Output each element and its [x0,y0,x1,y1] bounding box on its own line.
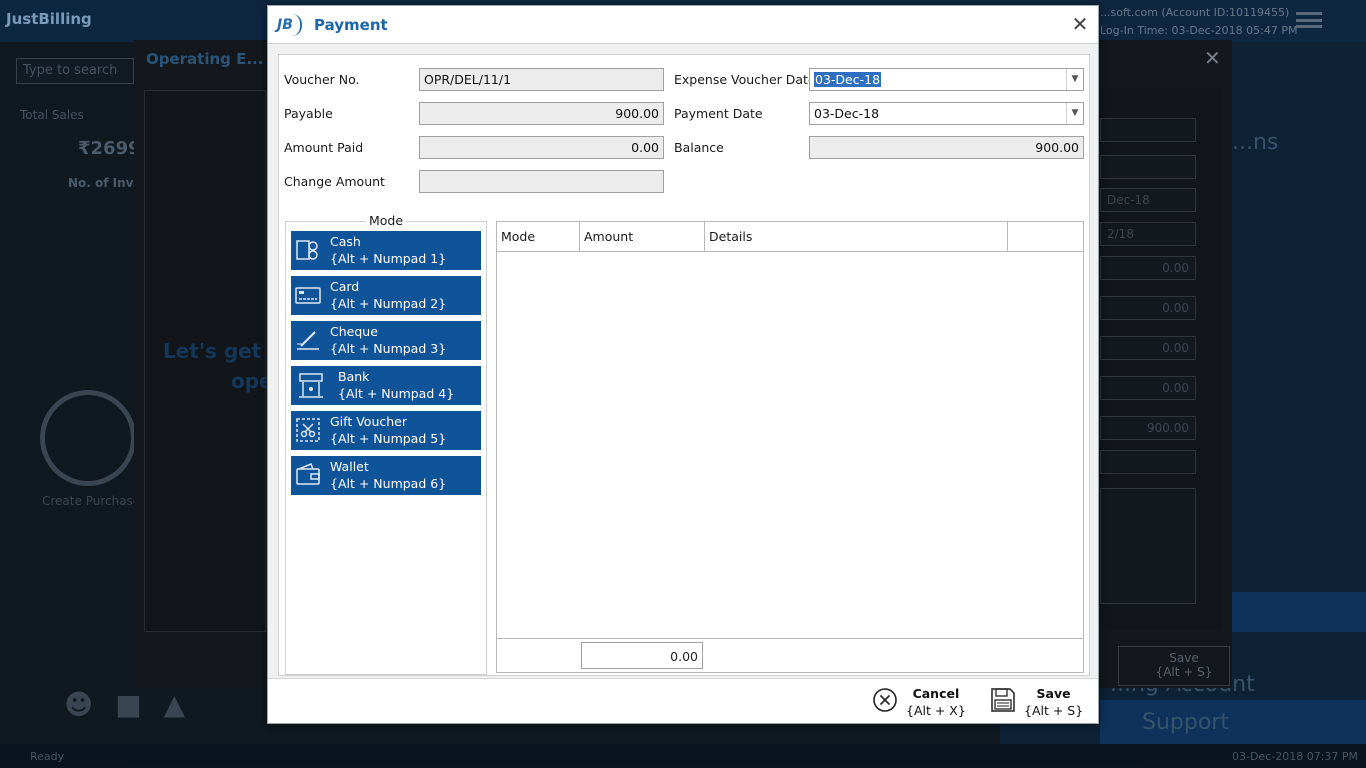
balance-field[interactable]: 900.00 [809,136,1084,159]
chevron-down-icon[interactable]: ▼ [1066,69,1083,90]
cancel-circle-icon [872,687,898,713]
cancel-label: Cancel [912,686,960,701]
expense-voucher-date-picker[interactable]: 03-Dec-18 ▼ [809,68,1084,91]
column-header-mode[interactable]: Mode [497,222,580,252]
column-header-details[interactable]: Details [705,222,1008,252]
change-amount-field[interactable] [419,170,664,193]
wallet-button[interactable]: Wallet {Alt + Numpad 6} [291,456,481,495]
amount-paid-label: Amount Paid [284,140,364,155]
total-amount-field: 0.00 [581,642,703,669]
gift-voucher-button[interactable]: Gift Voucher {Alt + Numpad 5} [291,411,481,450]
cancel-shortcut: {Alt + X} [906,703,966,718]
cancel-button[interactable]: Cancel {Alt + X} [872,685,966,719]
voucher-no-field[interactable]: OPR/DEL/11/1 [419,68,664,91]
save-shortcut: {Alt + S} [1024,703,1084,718]
payments-grid[interactable]: Mode Amount Details 0.00 [496,221,1084,673]
payment-date-picker[interactable]: 03-Dec-18 ▼ [809,102,1084,125]
cheque-button[interactable]: Cheque {Alt + Numpad 3} [291,321,481,360]
dialog-body: Voucher No. OPR/DEL/11/1 Payable 900.00 … [268,44,1098,678]
mode-legend: Mode [366,213,407,228]
expense-voucher-date-value[interactable]: 03-Dec-18 [814,72,882,87]
bank-label: Bank [338,369,370,384]
gift-voucher-shortcut: {Alt + Numpad 5} [330,431,447,446]
wallet-label: Wallet [330,459,369,474]
balance-label: Balance [674,140,724,155]
payment-dialog: JB Payment ✕ Voucher No. OPR/DEL/11/1 Pa… [267,5,1099,724]
expense-voucher-date-label: Expense Voucher Date [674,72,816,87]
bank-button[interactable]: Bank {Alt + Numpad 4} [291,366,481,405]
save-disk-icon [990,687,1016,713]
cash-label: Cash [330,234,361,249]
dialog-titlebar: JB Payment ✕ [268,6,1098,44]
bank-shortcut: {Alt + Numpad 4} [338,386,455,401]
dialog-title: Payment [314,16,388,34]
card-icon [295,282,321,308]
cheque-shortcut: {Alt + Numpad 3} [330,341,447,356]
save-label: Save [1036,686,1071,701]
grid-header: Mode Amount Details [497,222,1083,252]
payment-date-label: Payment Date [674,106,763,121]
change-amount-label: Change Amount [284,174,385,189]
amount-paid-field[interactable]: 0.00 [419,136,664,159]
payable-label: Payable [284,106,333,121]
chevron-down-icon[interactable]: ▼ [1066,103,1083,124]
cash-shortcut: {Alt + Numpad 1} [330,251,447,266]
wallet-icon [295,462,321,488]
wallet-shortcut: {Alt + Numpad 6} [330,476,447,491]
jb-logo-icon: JB [276,14,302,36]
bank-icon [297,372,323,398]
save-button[interactable]: Save {Alt + S} [990,685,1084,719]
payment-form: Voucher No. OPR/DEL/11/1 Payable 900.00 … [278,54,1090,676]
dialog-actions: Cancel {Alt + X} Save {Alt + S} [268,678,1098,723]
column-header-action [1008,222,1083,252]
cash-button[interactable]: Cash {Alt + Numpad 1} [291,231,481,270]
gift-voucher-icon [295,417,321,443]
close-icon[interactable]: ✕ [1068,12,1092,36]
gift-voucher-label: Gift Voucher [330,414,407,429]
cash-icon [295,237,321,263]
card-shortcut: {Alt + Numpad 2} [330,296,447,311]
column-header-amount[interactable]: Amount [580,222,705,252]
cheque-label: Cheque [330,324,378,339]
voucher-no-label: Voucher No. [284,72,360,87]
card-button[interactable]: Card {Alt + Numpad 2} [291,276,481,315]
grid-footer: 0.00 [497,638,1083,672]
mode-group: Mode Cash {Alt + Numpad 1} Card {Alt + N… [285,213,487,675]
cancel-text: Cancel {Alt + X} [906,685,966,719]
cheque-icon [295,327,321,353]
payable-field[interactable]: 900.00 [419,102,664,125]
save-text: Save {Alt + S} [1024,685,1083,719]
payment-date-value[interactable]: 03-Dec-18 [814,106,879,121]
card-label: Card [330,279,360,294]
